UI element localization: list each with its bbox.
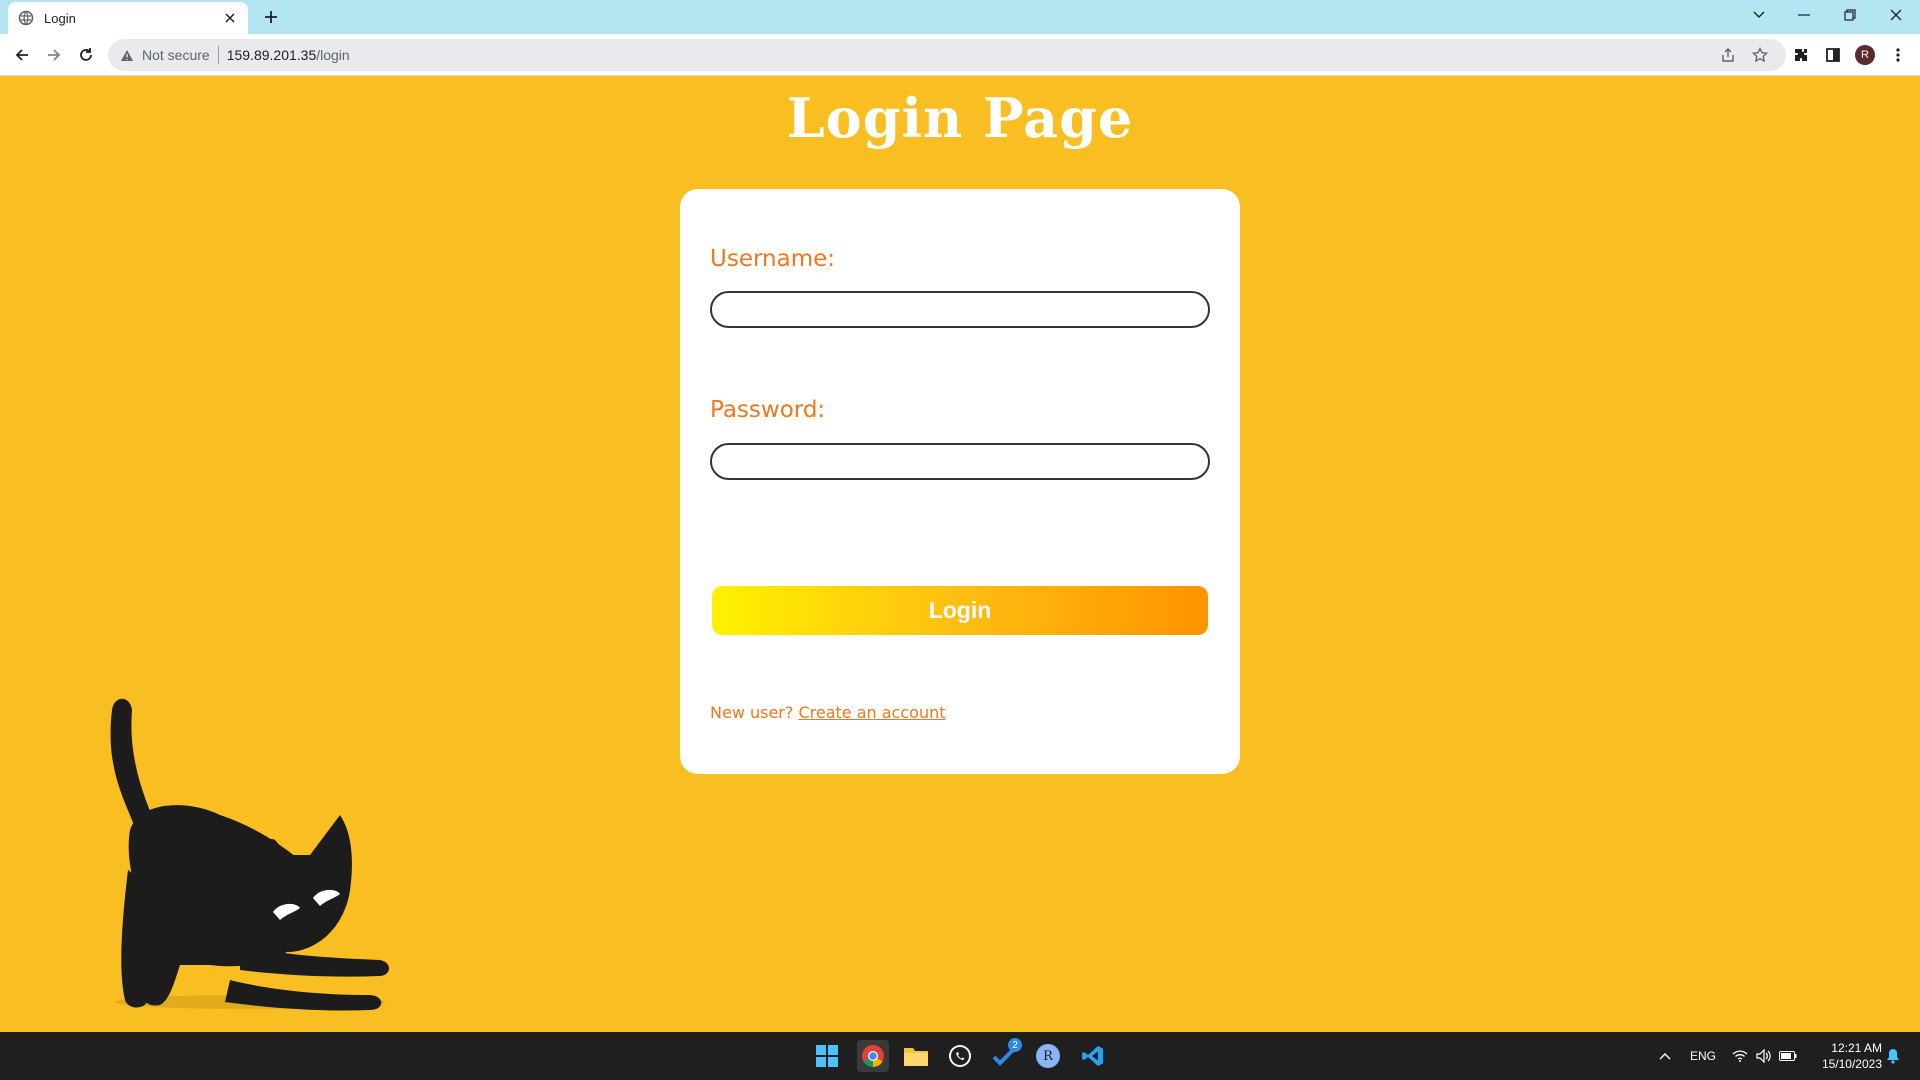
battery-icon[interactable] [1772,1040,1804,1072]
username-input[interactable] [710,291,1210,328]
menu-kebab-icon[interactable] [1886,43,1910,67]
black-cat-illustration [110,698,389,1011]
whatsapp-icon[interactable] [944,1040,976,1072]
browser-tab-strip: Login [0,0,1920,34]
security-label[interactable]: Not secure [142,47,210,63]
new-user-text: New user? [710,703,794,722]
browser-tab[interactable]: Login [8,2,248,34]
tab-search-icon[interactable] [1736,0,1782,30]
create-account-link[interactable]: Create an account [798,703,945,722]
password-label: Password: [710,397,826,423]
url-host: 159.89.201.35 [226,47,317,63]
reload-button[interactable] [72,41,100,69]
share-icon[interactable] [1718,45,1738,65]
clock-date[interactable]: 15/10/2023 [1816,1057,1882,1071]
forward-button[interactable] [40,41,68,69]
file-explorer-icon[interactable] [900,1040,932,1072]
new-tab-button[interactable] [259,5,283,29]
clock-time[interactable]: 12:21 AM [1826,1041,1882,1055]
todo-badge: 2 [1008,1038,1022,1052]
show-hidden-icons-chevron-up-icon[interactable] [1649,1040,1681,1072]
r-app-letter: R [1036,1044,1060,1068]
page-title: Login Page [786,86,1134,150]
notification-bell-icon[interactable] [1877,1040,1909,1072]
omnibox-divider [217,46,219,64]
r-app-icon[interactable]: R [1032,1040,1064,1072]
warning-icon[interactable] [120,49,134,62]
globe-icon [18,10,34,26]
windows-start-icon[interactable] [811,1040,843,1072]
password-input[interactable] [710,443,1210,480]
signup-prompt: New user? Create an account [710,703,946,722]
minimize-button[interactable] [1781,0,1827,30]
windows-taskbar: 2 R ENG 12:21 AM 15/10/2023 [0,1032,1920,1080]
username-label: Username: [710,246,835,272]
side-panel-icon[interactable] [1821,43,1845,67]
vscode-icon[interactable] [1077,1040,1109,1072]
chrome-icon[interactable] [857,1040,889,1072]
language-indicator[interactable]: ENG [1690,1049,1716,1063]
restore-button[interactable] [1827,0,1873,30]
extensions-icon[interactable] [1789,43,1813,67]
tab-close-icon[interactable] [222,10,238,26]
profile-initial: R [1855,45,1875,65]
login-button[interactable]: Login [712,586,1208,635]
close-window-button[interactable] [1873,0,1919,30]
bookmark-star-icon[interactable] [1750,45,1770,65]
url-text[interactable]: 159.89.201.35/login [227,47,350,63]
browser-toolbar: Not secure 159.89.201.35/login R [0,34,1920,76]
login-card: Username: Password: Login New user? Crea… [680,189,1240,774]
address-bar[interactable]: Not secure 159.89.201.35/login [108,39,1786,71]
url-path: /login [316,47,350,63]
back-button[interactable] [8,41,36,69]
tab-title: Login [44,10,76,26]
profile-avatar[interactable]: R [1853,43,1877,67]
